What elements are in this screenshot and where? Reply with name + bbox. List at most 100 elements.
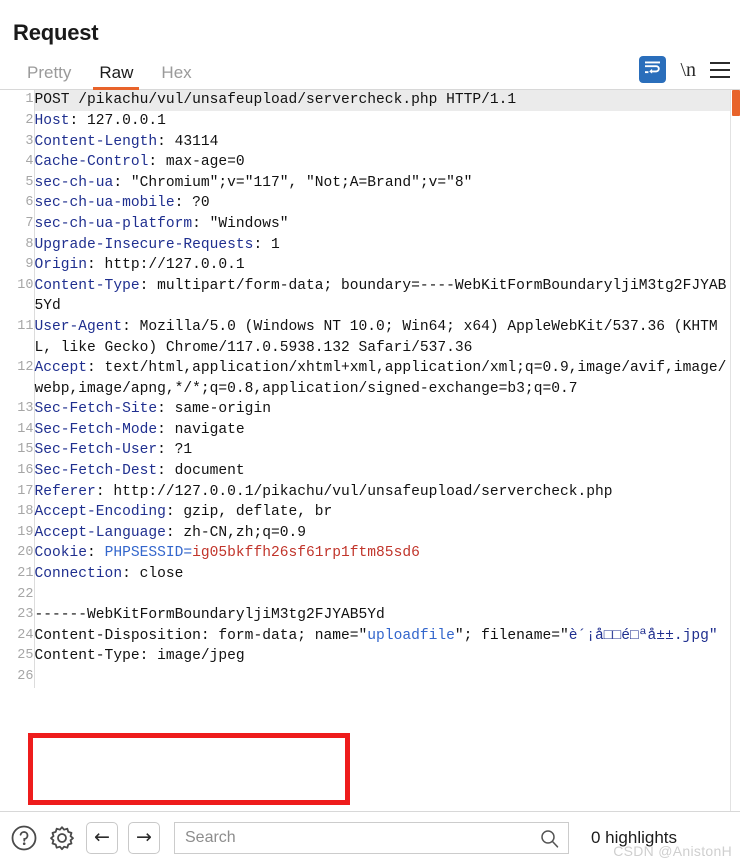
line-content[interactable]: Connection: close (34, 564, 730, 585)
line-content[interactable]: ------WebKitFormBoundaryljiM3tg2FJYAB5Yd (34, 605, 730, 626)
line-number: 24 (0, 625, 35, 647)
line-content[interactable]: sec-ch-ua-mobile: ?0 (34, 193, 730, 214)
view-tools: \n (639, 56, 730, 84)
code-line[interactable]: 2 Host: 127.0.0.1 (0, 110, 730, 132)
line-content[interactable]: Sec-Fetch-User: ?1 (34, 440, 730, 461)
page-title: Request (13, 20, 99, 45)
code-token: : http://127.0.0.1/pikachu/vul/unsafeupl… (95, 483, 613, 500)
line-content[interactable]: Content-Disposition: form-data; name="up… (34, 626, 730, 647)
search-forward-button[interactable]: → (128, 821, 160, 854)
code-line[interactable]: 24 Content-Disposition: form-data; name="… (0, 625, 730, 647)
gear-icon[interactable] (48, 824, 76, 852)
code-line[interactable]: 18 Accept-Encoding: gzip, deflate, br (0, 502, 730, 523)
code-line[interactable]: 9 Origin: http://127.0.0.1 (0, 255, 730, 276)
code-token: uploadfile (367, 627, 455, 644)
line-content[interactable]: sec-ch-ua-platform: "Windows" (34, 214, 730, 235)
code-line[interactable]: 13 Sec-Fetch-Site: same-origin (0, 399, 730, 420)
code-line[interactable]: 8 Upgrade-Insecure-Requests: 1 (0, 234, 730, 256)
search-input[interactable] (175, 822, 568, 853)
tab-raw[interactable]: Raw (85, 64, 147, 91)
code-line[interactable]: 6 sec-ch-ua-mobile: ?0 (0, 193, 730, 214)
code-line[interactable]: 12 Accept: text/html,application/xhtml+xm… (0, 358, 730, 400)
code-line[interactable]: 19 Accept-Language: zh-CN,zh;q=0.9 (0, 522, 730, 544)
line-content[interactable]: Sec-Fetch-Dest: document (34, 461, 730, 482)
code-line[interactable]: 16 Sec-Fetch-Dest: document (0, 461, 730, 482)
line-number: 20 (0, 543, 35, 565)
code-line[interactable]: 14 Sec-Fetch-Mode: navigate (0, 419, 730, 441)
scrollbar-thumb[interactable] (732, 90, 740, 117)
help-circle-icon[interactable] (10, 824, 38, 852)
code-line[interactable]: 26 (0, 667, 730, 688)
line-content[interactable] (34, 585, 730, 606)
line-number: 5 (0, 172, 35, 194)
code-line[interactable]: 17 Referer: http://127.0.0.1/pikachu/vul/… (0, 481, 730, 503)
line-number: 3 (0, 131, 35, 153)
hamburger-menu-icon[interactable] (710, 61, 730, 78)
line-content[interactable] (34, 667, 730, 688)
line-number: 23 (0, 605, 35, 626)
tab-pretty[interactable]: Pretty (13, 64, 85, 89)
code-line[interactable]: 23 ------WebKitFormBoundaryljiM3tg2FJYAB5… (0, 605, 730, 626)
line-content[interactable]: User-Agent: Mozilla/5.0 (Windows NT 10.0… (34, 317, 730, 358)
code-line[interactable]: 7 sec-ch-ua-platform: "Windows" (0, 213, 730, 235)
code-token: POST /pikachu/vul/unsafeupload/serverche… (34, 92, 517, 109)
code-line[interactable]: 1 POST /pikachu/vul/unsafeupload/serverch… (0, 90, 730, 111)
line-content[interactable]: Content-Type: image/jpeg (34, 646, 730, 667)
code-table: 1 POST /pikachu/vul/unsafeupload/serverch… (0, 90, 730, 688)
line-content[interactable]: Content-Length: 43114 (34, 132, 730, 153)
code-token: : 127.0.0.1 (69, 112, 166, 129)
line-number: 15 (0, 440, 35, 462)
code-token: : 1 (253, 236, 280, 253)
code-line[interactable]: 15 Sec-Fetch-User: ?1 (0, 440, 730, 462)
code-token: Sec-Fetch-Site (34, 401, 158, 418)
highlight-count: 0 highlights (591, 827, 678, 847)
line-content[interactable]: Sec-Fetch-Mode: navigate (34, 420, 730, 441)
code-token: Content-Type: image/jpeg (34, 648, 245, 665)
code-token: Sec-Fetch-User (34, 442, 158, 459)
line-content[interactable]: Cookie: PHPSESSID=ig05bkffh26sf61rp1ftm8… (34, 543, 730, 564)
line-content[interactable]: Cache-Control: max-age=0 (34, 152, 730, 173)
code-token: : zh-CN,zh;q=0.9 (165, 524, 306, 541)
line-number: 1 (0, 90, 35, 111)
line-number: 22 (0, 584, 35, 606)
code-line[interactable]: 20 Cookie: PHPSESSID=ig05bkffh26sf61rp1ft… (0, 543, 730, 565)
line-content[interactable]: sec-ch-ua: "Chromium";v="117", "Not;A=Br… (34, 173, 730, 194)
line-content[interactable]: Upgrade-Insecure-Requests: 1 (34, 235, 730, 256)
code-token: sec-ch-ua-mobile (34, 195, 175, 212)
line-content[interactable]: POST /pikachu/vul/unsafeupload/serverche… (34, 90, 730, 111)
line-content[interactable]: Host: 127.0.0.1 (34, 111, 730, 132)
search-box[interactable] (174, 821, 569, 854)
code-token: sec-ch-ua (34, 174, 114, 191)
line-number: 2 (0, 110, 35, 132)
line-number: 17 (0, 481, 35, 503)
line-content[interactable]: Accept-Encoding: gzip, deflate, br (34, 502, 730, 523)
vertical-scrollbar[interactable] (730, 90, 740, 811)
code-token: : "Windows" (192, 215, 289, 232)
line-content[interactable]: Referer: http://127.0.0.1/pikachu/vul/un… (34, 482, 730, 503)
code-line[interactable]: 22 (0, 584, 730, 606)
line-content[interactable]: Content-Type: multipart/form-data; bound… (34, 276, 730, 317)
code-line[interactable]: 5 sec-ch-ua: "Chromium";v="117", "Not;A=B… (0, 172, 730, 194)
code-token: Connection (34, 566, 123, 583)
code-line[interactable]: 4 Cache-Control: max-age=0 (0, 152, 730, 173)
code-line[interactable]: 25 Content-Type: image/jpeg (0, 646, 730, 668)
code-line[interactable]: 3 Content-Length: 43114 (0, 131, 730, 153)
search-back-button[interactable]: ← (86, 821, 118, 854)
line-number: 8 (0, 234, 35, 256)
line-content[interactable]: Accept-Language: zh-CN,zh;q=0.9 (34, 523, 730, 544)
code-line[interactable]: 10 Content-Type: multipart/form-data; bou… (0, 275, 730, 317)
word-wrap-button[interactable] (639, 56, 667, 84)
raw-request-viewer[interactable]: 1 POST /pikachu/vul/unsafeupload/serverch… (0, 90, 740, 811)
code-line[interactable]: 21 Connection: close (0, 564, 730, 585)
code-scroll-area: 1 POST /pikachu/vul/unsafeupload/serverch… (0, 90, 730, 811)
newline-toggle[interactable]: \n (680, 60, 696, 80)
code-token: : Mozilla/5.0 (Windows NT 10.0; Win64; x… (34, 318, 718, 356)
tab-hex[interactable]: Hex (147, 64, 205, 89)
magnifier-icon[interactable] (540, 829, 559, 853)
line-content[interactable]: Accept: text/html,application/xhtml+xml,… (34, 358, 730, 399)
code-token: "; filename=" (454, 627, 569, 644)
line-content[interactable]: Origin: http://127.0.0.1 (34, 255, 730, 276)
code-token: Content-Disposition: form-data; name=" (34, 627, 368, 644)
line-content[interactable]: Sec-Fetch-Site: same-origin (34, 399, 730, 420)
code-line[interactable]: 11 User-Agent: Mozilla/5.0 (Windows NT 10… (0, 316, 730, 359)
